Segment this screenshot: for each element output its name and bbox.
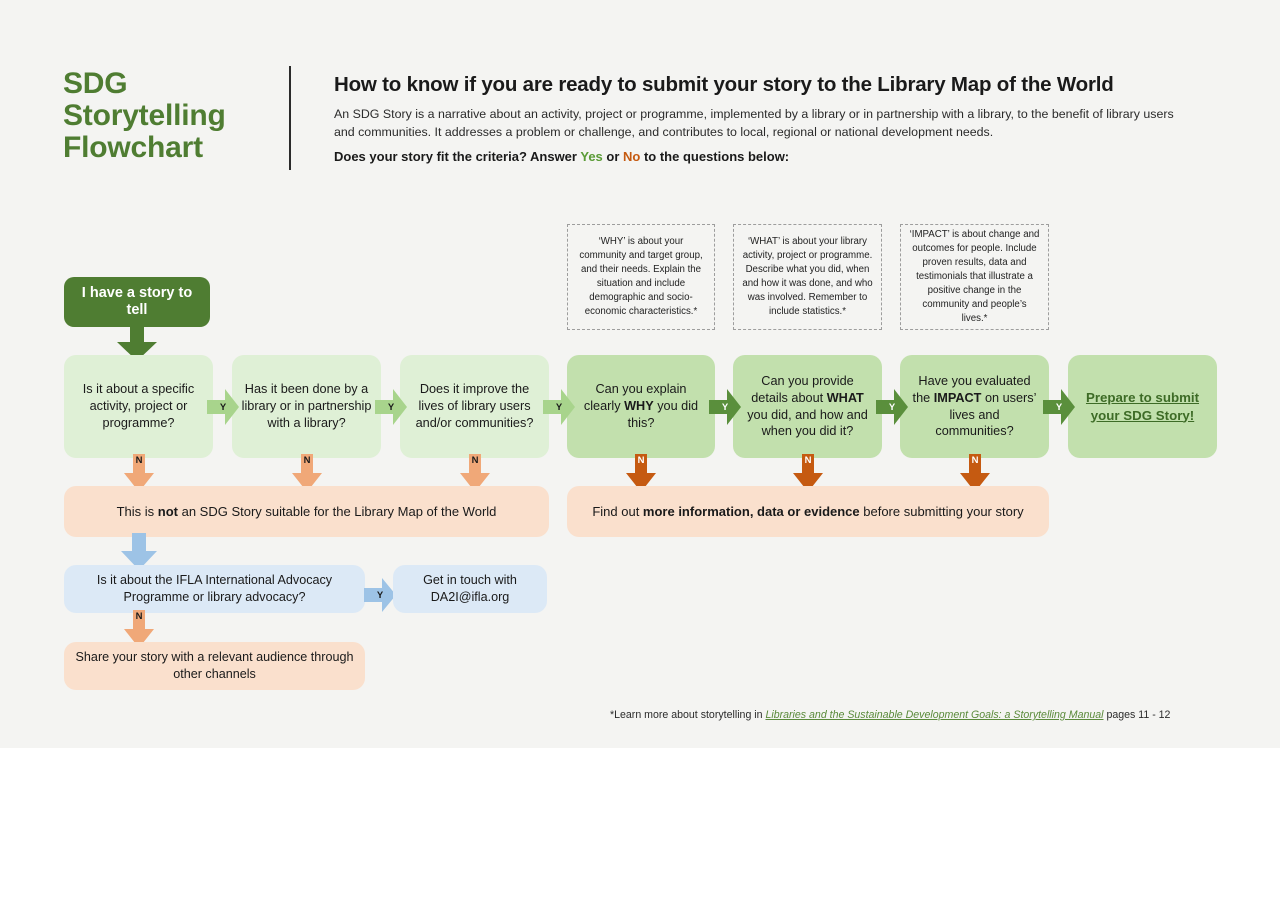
question-box-3: Does it improve the lives of library use… (400, 355, 549, 458)
question-box-4: Can you explain clearly WHY you did this… (567, 355, 715, 458)
question-box-6: Have you evaluated the IMPACT on users’ … (900, 355, 1049, 458)
note-impact-text: ‘IMPACT’ is about change and outcomes fo… (909, 228, 1040, 325)
header-divider (289, 66, 291, 170)
question-box-1: Is it about a specific activity, project… (64, 355, 213, 458)
brand-line-2: Storytelling (63, 99, 226, 133)
final-cta-label: Prepare to submit your SDG Story! (1085, 389, 1200, 423)
page-footer: IFLA Library Map of the World (0, 748, 1280, 905)
question-6-text: Have you evaluated the IMPACT on users’ … (912, 373, 1037, 439)
prompt-no: No (623, 149, 641, 164)
outcome-not-sdg-text: This is not an SDG Story suitable for th… (116, 503, 497, 519)
note-box-why: ‘WHY’ is about your community and target… (567, 224, 715, 330)
note-box-what: ‘WHAT’ is about your library activity, p… (733, 224, 882, 330)
outcome-more-info-text: Find out more information, data or evide… (592, 503, 1024, 519)
flowchart-page: SDG Storytelling Flowchart How to know i… (0, 0, 1280, 905)
footnote-link[interactable]: Libraries and the Sustainable Developmen… (765, 709, 1103, 721)
contact-box[interactable]: Get in touch with DA2I@ifla.org (393, 565, 547, 613)
outcome-not-sdg-box: This is not an SDG Story suitable for th… (64, 486, 549, 537)
footnote: *Learn more about storytelling in Librar… (610, 709, 1230, 721)
contact-text: Get in touch with DA2I@ifla.org (423, 572, 517, 604)
prompt-prefix: Does your story fit the criteria? Answer (334, 149, 581, 164)
question-1-text: Is it about a specific activity, project… (82, 382, 195, 430)
outcome-more-info-box: Find out more information, data or evide… (567, 486, 1049, 537)
prompt-yes: Yes (580, 149, 603, 164)
brand-line-3: Flowchart (63, 131, 203, 165)
question-box-5: Can you provide details about WHAT you d… (733, 355, 882, 458)
advocacy-question-box: Is it about the IFLA International Advoc… (64, 565, 365, 613)
arrow-yes-q3-to-q4: Y (543, 389, 575, 425)
question-3-text: Does it improve the lives of library use… (415, 382, 534, 430)
start-node: I have a story to tell (64, 277, 210, 327)
final-cta-box[interactable]: Prepare to submit your SDG Story! (1068, 355, 1217, 458)
prompt-mid: or (602, 149, 624, 164)
criteria-prompt: Does your story fit the criteria? Answer… (334, 149, 1034, 164)
question-5-text: Can you provide details about WHAT you d… (747, 373, 868, 439)
arrow-yes-advocacy-to-contact: Y (364, 578, 396, 612)
note-why-text: ‘WHY’ is about your community and target… (579, 235, 703, 318)
prompt-suffix: to the questions below: (640, 149, 790, 164)
arrow-yes-q4-to-q5: Y (709, 389, 741, 425)
note-box-impact: ‘IMPACT’ is about change and outcomes fo… (900, 224, 1049, 330)
start-node-label: I have a story to tell (81, 284, 193, 318)
footnote-prefix: *Learn more about storytelling in (610, 709, 766, 721)
arrow-yes-q6-to-final: Y (1043, 389, 1075, 425)
arrow-yes-q5-to-q6: Y (876, 389, 908, 425)
arrow-yes-q1-to-q2: Y (207, 389, 239, 425)
question-2-text: Has it been done by a library or in part… (241, 382, 372, 430)
brand-title: SDG Storytelling Flowchart (63, 67, 278, 165)
page-title: How to know if you are ready to submit y… (334, 73, 1114, 96)
page-description: An SDG Story is a narrative about an act… (334, 107, 1174, 139)
question-4-text: Can you explain clearly WHY you did this… (583, 382, 699, 430)
page-header: SDG Storytelling Flowchart How to know i… (0, 0, 1280, 190)
share-story-box: Share your story with a relevant audienc… (64, 642, 365, 690)
note-what-text: ‘WHAT’ is about your library activity, p… (742, 235, 873, 318)
brand-line-1: SDG (63, 67, 128, 100)
share-story-text: Share your story with a relevant audienc… (75, 649, 354, 681)
footnote-suffix: pages 11 - 12 (1103, 709, 1171, 721)
advocacy-question-text: Is it about the IFLA International Advoc… (96, 572, 333, 604)
question-box-2: Has it been done by a library or in part… (232, 355, 381, 458)
arrow-yes-q2-to-q3: Y (375, 389, 407, 425)
